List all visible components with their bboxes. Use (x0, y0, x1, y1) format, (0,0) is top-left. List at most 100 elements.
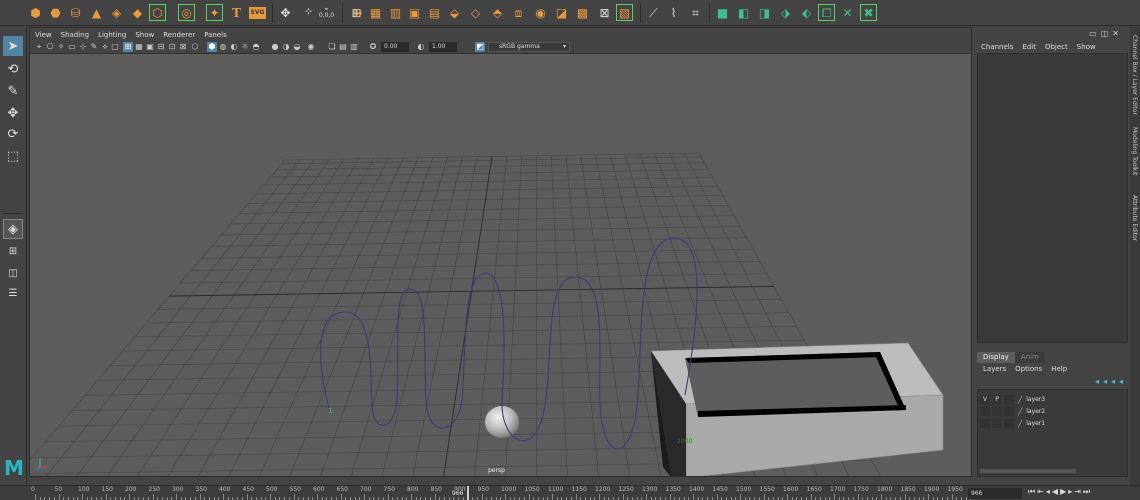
plane-icon[interactable]: ◆ (129, 4, 146, 21)
paint-select-icon[interactable]: ✎ (3, 81, 23, 101)
reduce-icon[interactable]: ▧ (616, 4, 633, 21)
lasso-tool-icon[interactable]: ⟲ (3, 59, 23, 79)
smooth-icon[interactable]: ⊠ (596, 4, 613, 21)
menu-layers[interactable]: Layers (983, 365, 1006, 373)
uv-icon[interactable]: ◇ (467, 4, 484, 21)
bevel-icon[interactable]: ⊛ (349, 4, 366, 21)
motion-blur-icon[interactable]: ◑ (281, 42, 291, 52)
cleanup-icon[interactable]: ⧠ (818, 4, 835, 21)
display-type-toggle[interactable] (1004, 395, 1014, 404)
gamma-field[interactable]: 1.00 (429, 42, 457, 52)
film-gate-icon[interactable]: ▢ (110, 42, 120, 52)
wedge-icon[interactable]: ◪ (553, 4, 570, 21)
step-forward-key-icon[interactable]: ⇥ (1074, 487, 1081, 497)
exposure-icon[interactable]: ✪ (368, 42, 378, 52)
display-type-toggle[interactable] (1004, 407, 1014, 416)
cone-icon[interactable]: ▲ (88, 4, 105, 21)
split-icon[interactable]: ◉ (532, 4, 549, 21)
crease-icon[interactable]: ⬗ (777, 4, 794, 21)
step-back-frame-icon[interactable]: ◂ (1046, 487, 1050, 497)
curve-icon[interactable]: ⌇ (665, 4, 682, 21)
color-swatch-icon[interactable]: ╱ (1018, 396, 1022, 404)
go-to-end-icon[interactable]: ⏭ (1083, 487, 1090, 497)
go-to-start-icon[interactable]: ⏮ (1028, 487, 1035, 497)
disc-icon[interactable]: ◎ (178, 4, 195, 21)
xray-joints-icon[interactable]: ▥ (349, 42, 359, 52)
poke-icon[interactable]: ▩ (574, 4, 591, 21)
playback-toggle[interactable] (992, 407, 1002, 416)
text-icon[interactable]: T (228, 4, 245, 21)
layer-row[interactable]: ╱ layer2 (980, 406, 1126, 417)
field-chart-icon[interactable]: ⊟ (156, 42, 166, 52)
wireframe-icon[interactable]: ⬡ (190, 42, 200, 52)
safe-title-icon[interactable]: ⊠ (178, 42, 188, 52)
outliner-icon[interactable]: ☰ (3, 283, 23, 303)
2d-pan-icon[interactable]: ⊹ (78, 42, 88, 52)
step-forward-frame-icon[interactable]: ▸ (1068, 487, 1072, 497)
color-swatch-icon[interactable]: ╱ (1018, 420, 1022, 428)
move-tool-icon[interactable]: ✥ (3, 103, 23, 123)
polygon-type-icon[interactable]: ⬡ (149, 4, 166, 21)
layer-row[interactable]: V P ╱ layer3 (980, 394, 1126, 405)
grease-pencil-icon[interactable]: ✎ (89, 42, 99, 52)
playback-toggle[interactable]: P (992, 395, 1002, 404)
playback-toggle[interactable] (992, 419, 1002, 428)
step-back-key-icon[interactable]: ⇤ (1037, 487, 1044, 497)
nurbs-icon[interactable]: ⌗ (687, 4, 704, 21)
layer-scrollbar[interactable] (980, 469, 1076, 473)
float-icon[interactable]: ▭ (1089, 29, 1101, 38)
star-icon[interactable]: ✦ (206, 4, 223, 21)
time-slider[interactable]: 0 50 100 150 200 250 300 350 400 450 500 550 600 650 7… (0, 485, 1140, 500)
menu-show-cb[interactable]: Show (1077, 43, 1096, 51)
rotate-tool-icon[interactable]: ⟳ (3, 124, 23, 144)
dock-icon[interactable]: ◫ (1101, 29, 1113, 38)
extrude-icon[interactable]: ▣ (406, 4, 423, 21)
gamma-icon[interactable]: ◐ (416, 42, 426, 52)
visibility-toggle[interactable]: V (980, 395, 990, 404)
combine-icon[interactable]: ▦ (367, 4, 384, 21)
ring-icon[interactable]: ◨ (756, 4, 773, 21)
menu-shading[interactable]: Shading (61, 31, 89, 39)
scene-view[interactable]: 1 2000 (30, 55, 972, 477)
wire-on-shaded-icon[interactable]: ◍ (218, 42, 228, 52)
select-tool-icon[interactable]: ➤ (3, 36, 23, 56)
svg-icon[interactable]: SVG (249, 7, 266, 19)
new-layer-icon[interactable]: ◂ (1111, 377, 1115, 386)
menu-channels[interactable]: Channels (981, 43, 1013, 51)
menu-panels[interactable]: Panels (204, 31, 227, 39)
smooth-shade-icon[interactable]: ⬢ (207, 42, 217, 52)
locator-icon[interactable]: ✥ (277, 4, 294, 21)
layout-four-icon[interactable]: ⊞ (3, 241, 23, 261)
visibility-toggle[interactable] (980, 407, 990, 416)
torus-icon[interactable]: ◈ (108, 4, 125, 21)
shadows-icon[interactable]: ◓ (251, 42, 261, 52)
close-icon[interactable]: ✕ (1112, 29, 1123, 38)
exposure-field[interactable]: 0.00 (381, 42, 409, 52)
channel-box-area[interactable] (977, 53, 1128, 343)
box-object[interactable] (650, 342, 944, 477)
ao-icon[interactable]: ● (270, 42, 280, 52)
tab-channel-box-layer-editor[interactable]: Channel Box / Layer Editor (1131, 35, 1138, 115)
playhead[interactable]: 966 (451, 486, 469, 500)
sculpt-icon[interactable]: ⟋ (645, 4, 662, 21)
measure-icon[interactable]: ⊹ (300, 4, 317, 21)
lights-icon[interactable]: ☼ (240, 42, 250, 52)
coords-icon[interactable]: ⌖ 0,0,0 (318, 4, 335, 21)
aa-icon[interactable]: ◒ (292, 42, 302, 52)
separate-icon[interactable]: ▥ (387, 4, 404, 21)
layer-row[interactable]: ╱ layer1 (980, 418, 1126, 429)
move-layer-up-icon[interactable]: ◂ (1095, 377, 1099, 386)
loop-icon[interactable]: ◧ (735, 4, 752, 21)
play-forward-icon[interactable]: ▶ (1060, 487, 1066, 497)
bridge-icon[interactable]: ▤ (426, 4, 443, 21)
cylinder-icon[interactable]: ⛁ (67, 4, 84, 21)
tab-anim[interactable]: Anim (1014, 352, 1045, 363)
cube-icon[interactable]: ⬢ (27, 4, 44, 21)
visibility-toggle[interactable] (980, 419, 990, 428)
menu-options[interactable]: Options (1015, 365, 1042, 373)
layout-single-icon[interactable]: ◈ (3, 219, 23, 239)
menu-object[interactable]: Object (1045, 43, 1068, 51)
color-space-select[interactable]: sRGB gamma ▾ (488, 42, 570, 52)
depth-icon[interactable]: ◉ (306, 42, 316, 52)
tab-modeling-toolkit[interactable]: Modeling Toolkit (1131, 127, 1138, 175)
